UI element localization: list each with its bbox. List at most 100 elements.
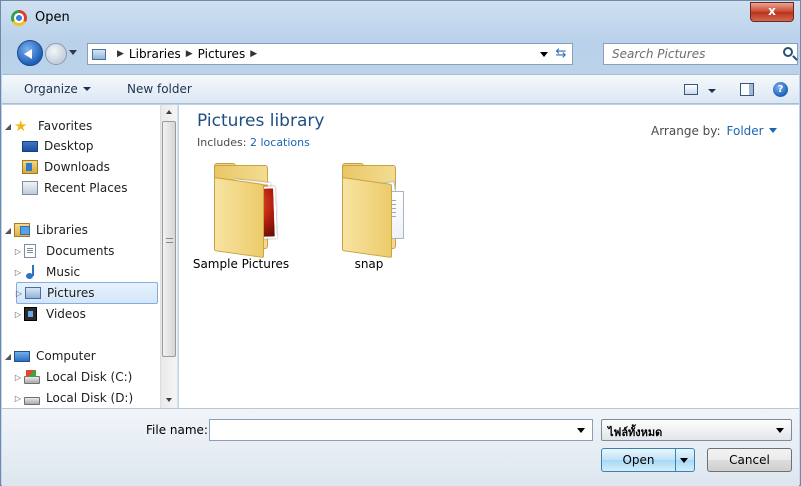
dialog-footer: File name: ไฟล์ทั้งหมด Open Cancel xyxy=(2,408,799,486)
nav-item-label: Music xyxy=(46,265,81,279)
address-bar[interactable]: ▶ Libraries ▶ Pictures ▶ ⇆ xyxy=(87,43,573,65)
scroll-down-icon[interactable] xyxy=(166,398,172,402)
open-split-button[interactable]: Open xyxy=(601,448,695,472)
forward-button[interactable] xyxy=(45,43,67,65)
recent-pages-dropdown[interactable] xyxy=(69,50,77,55)
command-bar: Organize New folder ? xyxy=(2,74,799,104)
navigation-pane: ◢ ★ Favorites Desktop Downloads Recent P… xyxy=(2,105,178,408)
chrome-icon xyxy=(11,10,27,26)
scroll-thumb[interactable] xyxy=(162,121,176,357)
search-input[interactable] xyxy=(604,44,769,64)
chevron-right-icon[interactable]: ▷ xyxy=(12,394,24,403)
chevron-right-icon[interactable]: ▷ xyxy=(12,268,24,277)
breadcrumb-pictures[interactable]: Pictures xyxy=(198,47,246,61)
expand-icon[interactable]: ◢ xyxy=(2,226,14,235)
chevron-down-icon[interactable] xyxy=(768,128,777,133)
view-options-dropdown[interactable] xyxy=(708,89,716,93)
chevron-down-icon[interactable] xyxy=(577,428,585,433)
chevron-right-icon[interactable]: ▶ xyxy=(250,49,257,59)
nav-item-label: Recent Places xyxy=(44,181,128,195)
nav-item-desktop[interactable]: Desktop xyxy=(22,135,177,157)
nav-item-pictures[interactable]: ▷ Pictures xyxy=(16,282,158,304)
pictures-icon xyxy=(25,287,41,299)
libraries-icon xyxy=(14,223,30,237)
open-options-dropdown[interactable] xyxy=(680,458,688,463)
file-name-input[interactable] xyxy=(210,420,570,440)
pictures-library-icon xyxy=(92,48,106,60)
chevron-right-icon[interactable]: ▷ xyxy=(12,247,24,256)
address-row: ▶ Libraries ▶ Pictures ▶ ⇆ xyxy=(1,35,800,71)
nav-item-local-disk-c[interactable]: ▷ Local Disk (C:) xyxy=(12,366,168,388)
nav-favorites[interactable]: ◢ ★ Favorites xyxy=(2,115,158,137)
music-icon xyxy=(24,265,40,279)
file-name-combobox[interactable] xyxy=(209,419,593,441)
open-button[interactable]: Open xyxy=(602,449,676,471)
chevron-right-icon[interactable]: ▶ xyxy=(117,49,124,59)
arrange-by-dropdown[interactable]: Folder xyxy=(727,124,764,138)
nav-item-label: Documents xyxy=(46,244,115,258)
expand-icon[interactable]: ◢ xyxy=(2,122,14,131)
organize-label: Organize xyxy=(24,82,78,96)
chevron-right-icon[interactable]: ▷ xyxy=(12,373,24,382)
downloads-icon xyxy=(22,160,38,174)
file-type-select[interactable]: ไฟล์ทั้งหมด xyxy=(601,419,792,441)
window-title: Open xyxy=(35,10,70,25)
chevron-down-icon[interactable] xyxy=(776,428,784,433)
preview-pane-icon[interactable] xyxy=(740,83,754,96)
breadcrumb-libraries[interactable]: Libraries xyxy=(129,47,181,61)
pictures-folder-icon xyxy=(206,163,277,259)
back-button[interactable] xyxy=(17,40,43,66)
nav-scrollbar[interactable] xyxy=(160,105,177,408)
folder-label: snap xyxy=(354,257,384,271)
nav-item-recent-places[interactable]: Recent Places xyxy=(22,177,177,199)
close-button[interactable]: x xyxy=(750,2,794,22)
folder-item[interactable]: Sample Pictures xyxy=(191,163,291,273)
nav-item-music[interactable]: ▷ Music xyxy=(12,261,168,283)
library-title: Pictures library xyxy=(197,111,325,131)
nav-item-local-disk-d[interactable]: ▷ Local Disk (D:) xyxy=(12,387,168,408)
change-view-icon[interactable] xyxy=(684,84,698,95)
nav-item-label: Downloads xyxy=(44,160,110,174)
file-type-value: ไฟล์ทั้งหมด xyxy=(608,426,663,439)
scroll-up-icon[interactable] xyxy=(166,110,172,114)
arrange-by: Arrange by: Folder xyxy=(651,124,777,138)
nav-item-label: Local Disk (D:) xyxy=(46,391,134,405)
chevron-right-icon[interactable]: ▷ xyxy=(13,289,25,298)
desktop-icon xyxy=(22,140,38,152)
address-history-dropdown[interactable] xyxy=(540,52,548,57)
locations-link[interactable]: 2 locations xyxy=(250,136,310,149)
open-dialog: Open x ▶ Libraries ▶ Pictures ▶ ⇆ Organi… xyxy=(0,0,801,486)
nav-item-label: Local Disk (C:) xyxy=(46,370,133,384)
folder-item[interactable]: snap xyxy=(319,163,419,273)
library-includes: Includes: 2 locations xyxy=(197,136,310,149)
nav-computer-label: Computer xyxy=(36,349,96,363)
search-box[interactable] xyxy=(603,43,798,65)
arrange-label: Arrange by: xyxy=(651,124,721,138)
nav-item-downloads[interactable]: Downloads xyxy=(22,156,177,178)
system-disk-icon xyxy=(24,369,40,384)
folder-label: Sample Pictures xyxy=(192,257,290,271)
chevron-right-icon[interactable]: ▶ xyxy=(186,49,193,59)
grip-icon xyxy=(166,238,173,243)
refresh-icon[interactable]: ⇆ xyxy=(552,45,570,63)
nav-item-videos[interactable]: ▷ Videos xyxy=(12,303,168,325)
expand-icon[interactable]: ◢ xyxy=(2,352,14,361)
file-list: Pictures library Includes: 2 locations A… xyxy=(179,105,799,408)
nav-item-label: Videos xyxy=(46,307,86,321)
nav-libraries[interactable]: ◢ Libraries xyxy=(2,219,158,241)
star-icon: ★ xyxy=(14,117,28,135)
disk-icon xyxy=(24,396,40,405)
includes-label: Includes: xyxy=(197,136,247,149)
nav-item-label: Desktop xyxy=(44,139,94,153)
chevron-right-icon[interactable]: ▷ xyxy=(12,310,24,319)
folder-icon xyxy=(334,163,404,259)
organize-button[interactable]: Organize xyxy=(24,82,91,96)
nav-computer[interactable]: ◢ Computer xyxy=(2,345,158,367)
cancel-button[interactable]: Cancel xyxy=(707,448,792,472)
search-icon[interactable] xyxy=(783,47,793,57)
new-folder-button[interactable]: New folder xyxy=(127,82,192,96)
title-bar: Open x xyxy=(1,1,800,35)
nav-item-documents[interactable]: ▷ Documents xyxy=(12,240,168,262)
help-icon[interactable]: ? xyxy=(773,82,788,97)
documents-icon xyxy=(24,244,36,258)
